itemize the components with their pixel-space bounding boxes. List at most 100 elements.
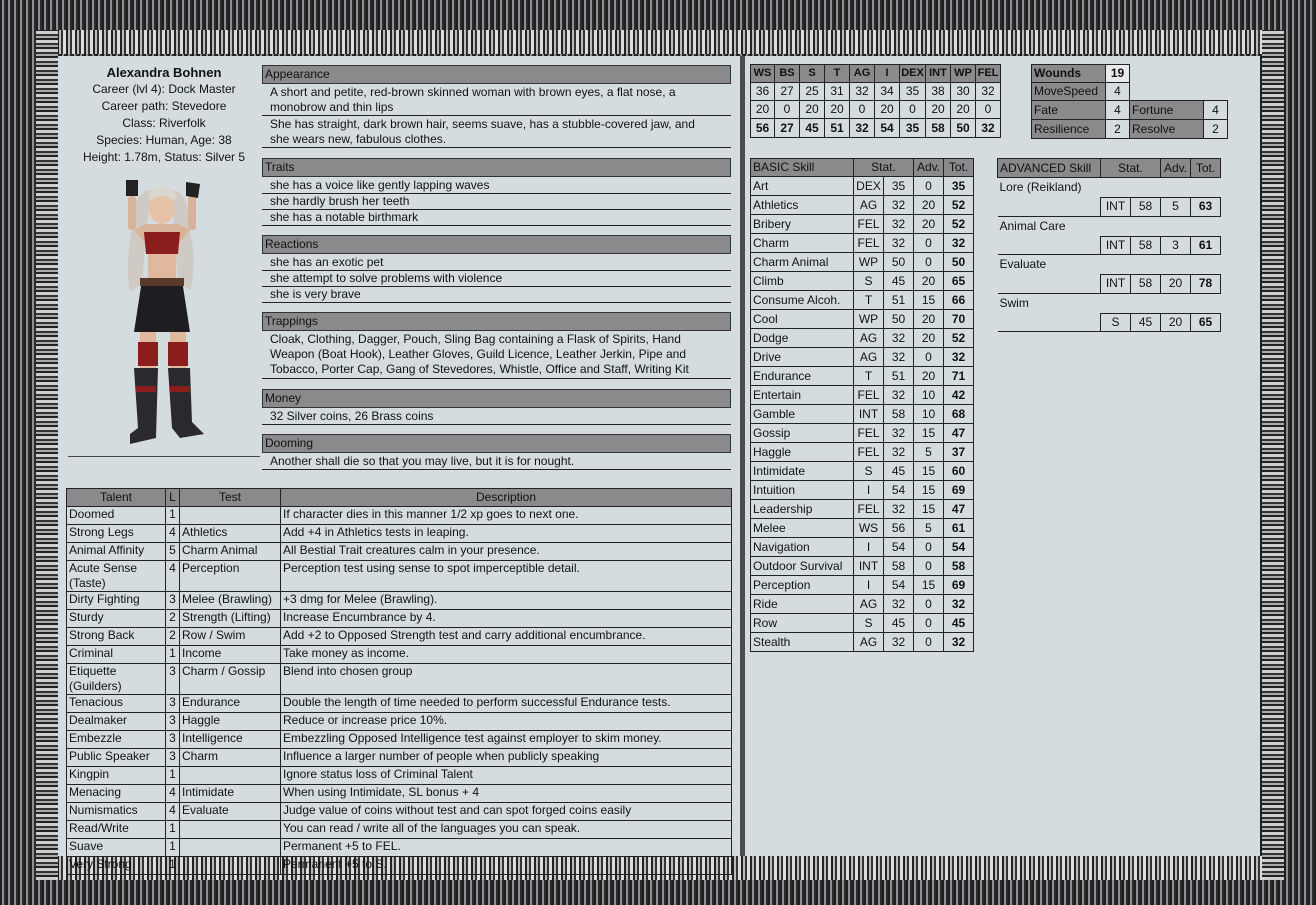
skill-total: 61 xyxy=(943,518,974,538)
reaction-line: she has an exotic pet xyxy=(262,255,731,271)
talent-name: Dirty Fighting xyxy=(66,591,166,610)
talent-test: Charm xyxy=(179,748,281,767)
talent-description: Judge value of coins without test and ca… xyxy=(280,802,732,821)
skill-stat-value: 51 xyxy=(883,290,914,310)
advanced-skill-value-row: INT 58 5 63 xyxy=(997,197,1221,217)
talent-description: Take money as income. xyxy=(280,645,732,664)
appearance-header: Appearance xyxy=(262,65,731,84)
advanced-skill-value-row: INT 58 3 61 xyxy=(997,235,1221,255)
talent-level: 1 xyxy=(165,856,180,875)
skill-name: Haggle xyxy=(750,442,854,462)
skill-total: 61 xyxy=(1190,235,1221,255)
characteristic-header: AG xyxy=(849,64,875,83)
characteristic-header: BS xyxy=(774,64,800,83)
skill-total: 68 xyxy=(943,404,974,424)
skill-name: Melee xyxy=(750,518,854,538)
skill-total: 47 xyxy=(943,499,974,519)
species-age: Species: Human, Age: 38 xyxy=(96,133,232,147)
talent-row: Sturdy 2 Strength (Lifting) Increase Encumb… xyxy=(66,609,732,628)
test-header: Test xyxy=(179,488,281,507)
character-info: Alexandra Bohnen Career (lvl 4): Dock Ma… xyxy=(66,64,262,166)
skill-name: Consume Alcoh. xyxy=(750,290,854,310)
skill-stat-value: 50 xyxy=(883,309,914,329)
skill-total: 42 xyxy=(943,385,974,405)
skill-stat: FEL xyxy=(853,214,884,234)
characteristic-header: INT xyxy=(925,64,951,83)
characteristic-row-current: 56 27 45 51 32 54 35 58 50 32 xyxy=(750,118,1001,138)
skill-stat-value: 50 xyxy=(883,252,914,272)
talent-row: Etiquette (Guilders) 3 Charm / Gossip Blend… xyxy=(66,663,732,695)
talent-description: Permanent +5 to S. xyxy=(280,856,732,875)
skill-advances: 15 xyxy=(913,290,944,310)
skill-total: 47 xyxy=(943,423,974,443)
resilience-label: Resilience xyxy=(1031,119,1106,139)
skill-stat-value: 32 xyxy=(883,632,914,652)
talent-description: Increase Encumbrance by 4. xyxy=(280,609,732,628)
skill-total: 32 xyxy=(943,347,974,367)
characteristic-initial-value: 35 xyxy=(899,82,926,101)
advanced-skill-value-row: S 45 20 65 xyxy=(997,312,1221,332)
skill-stat-value: 32 xyxy=(883,385,914,405)
skill-stat-value: 32 xyxy=(883,214,914,234)
talent-row: Dirty Fighting 3 Melee (Brawling) +3 dmg fo… xyxy=(66,591,732,610)
talent-level: 1 xyxy=(165,645,180,664)
skill-advances: 0 xyxy=(913,347,944,367)
characteristic-initial-value: 32 xyxy=(975,82,1001,101)
skill-name: Intimidate xyxy=(750,461,854,481)
characteristic-current-value: 27 xyxy=(774,118,800,138)
basic-skill-row: Navigation I 54 0 54 xyxy=(750,537,974,557)
skill-total: 65 xyxy=(1190,312,1221,332)
skill-stat: FEL xyxy=(853,423,884,443)
talent-test: Charm Animal xyxy=(179,542,281,561)
basic-skills-body: Art DEX 35 0 35 Athletics AG 32 20 52 Bribery FEL 32… xyxy=(750,176,974,652)
skill-total: 69 xyxy=(943,575,974,595)
characteristic-advances-value: 20 xyxy=(925,100,951,119)
talent-level: 1 xyxy=(165,838,180,857)
talent-name: Etiquette (Guilders) xyxy=(66,663,166,695)
skill-advances: 5 xyxy=(1160,197,1191,217)
characteristic-header: WP xyxy=(950,64,976,83)
skill-total: 54 xyxy=(943,537,974,557)
reaction-line: she is very brave xyxy=(262,287,731,303)
skill-stat: INT xyxy=(853,556,884,576)
advanced-tot-header: Tot. xyxy=(1190,158,1221,178)
skill-stat: DEX xyxy=(853,176,884,196)
resilience-value: 2 xyxy=(1105,119,1130,139)
skill-stat-value: 32 xyxy=(883,442,914,462)
skill-total: 69 xyxy=(943,480,974,500)
talent-name: Tenacious xyxy=(66,694,166,713)
talent-level: 1 xyxy=(165,506,180,525)
advanced-skill-name-row: Evaluate xyxy=(998,255,1221,275)
characteristic-current-value: 51 xyxy=(824,118,850,138)
talent-row: Criminal 1 Income Take money as income. xyxy=(66,645,732,664)
characteristic-current-value: 45 xyxy=(799,118,825,138)
basic-skill-row: Melee WS 56 5 61 xyxy=(750,518,974,538)
talent-level: 4 xyxy=(165,802,180,821)
skill-stat: AG xyxy=(853,632,884,652)
fortune-label: Fortune xyxy=(1129,100,1204,120)
talent-name: Suave xyxy=(66,838,166,857)
skill-stat-value: 56 xyxy=(883,518,914,538)
talent-level: 1 xyxy=(165,766,180,785)
character-portrait xyxy=(68,172,260,457)
skill-stat-value: 45 xyxy=(1130,312,1161,332)
frame-border-right xyxy=(1262,30,1284,880)
wounds-value: 19 xyxy=(1105,64,1130,83)
talent-description: Permanent +5 to FEL. xyxy=(280,838,732,857)
talent-name: Dealmaker xyxy=(66,712,166,731)
characteristic-header: DEX xyxy=(899,64,926,83)
talent-test: Haggle xyxy=(179,712,281,731)
level-header: L xyxy=(165,488,180,507)
talent-test xyxy=(179,766,281,785)
skill-stat-value: 45 xyxy=(883,613,914,633)
skill-stat-value: 45 xyxy=(883,271,914,291)
talent-test: Income xyxy=(179,645,281,664)
skill-advances: 0 xyxy=(913,613,944,633)
characteristic-initial-value: 27 xyxy=(774,82,800,101)
talent-description: Influence a larger number of people when… xyxy=(280,748,732,767)
skill-name: Athletics xyxy=(750,195,854,215)
wounds-label: Wounds xyxy=(1031,64,1106,83)
dooming-line: Another shall die so that you may live, … xyxy=(262,454,731,470)
skill-advances: 0 xyxy=(913,632,944,652)
characteristic-advances-value: 20 xyxy=(824,100,850,119)
